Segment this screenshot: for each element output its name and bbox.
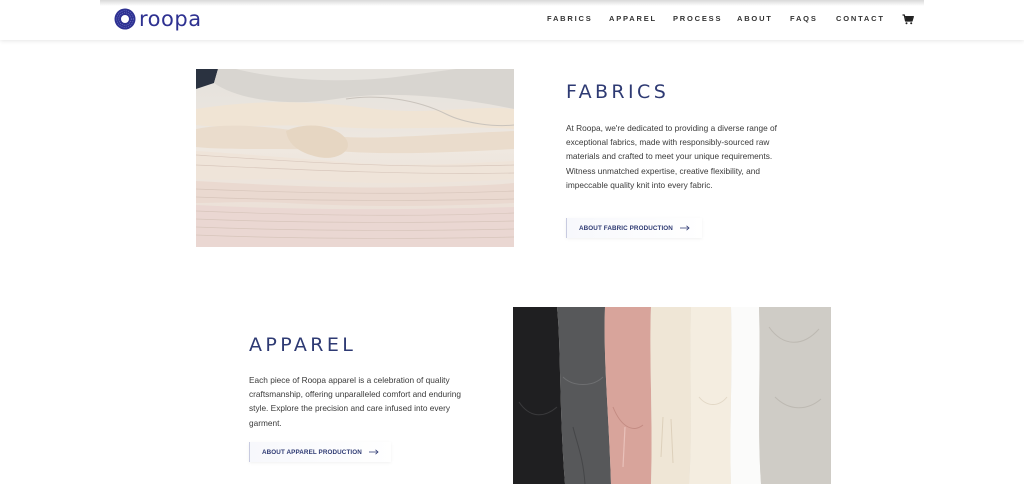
about-apparel-production-label: ABOUT APPAREL PRODUCTION — [262, 448, 362, 456]
arrow-right-icon — [368, 449, 379, 455]
header-top-shadow — [100, 0, 924, 6]
nav-faqs[interactable]: FAQS — [790, 14, 818, 23]
arrow-right-icon — [679, 225, 690, 231]
about-apparel-production-button[interactable]: ABOUT APPAREL PRODUCTION — [249, 442, 391, 462]
logo[interactable]: roopa — [114, 8, 202, 30]
roopa-logo-icon — [114, 8, 136, 30]
nav-apparel[interactable]: APPAREL — [609, 14, 657, 23]
apparel-description: Each piece of Roopa apparel is a celebra… — [249, 375, 462, 428]
fabrics-image — [196, 69, 514, 247]
apparel-image — [513, 307, 831, 484]
apparel-title: APPAREL — [249, 334, 357, 356]
about-fabric-production-button[interactable]: ABOUT FABRIC PRODUCTION — [566, 218, 702, 238]
nav-contact[interactable]: CONTACT — [836, 14, 885, 23]
nav-about[interactable]: ABOUT — [737, 14, 773, 23]
shopping-cart-icon[interactable] — [902, 14, 914, 25]
site-header: roopa FABRICS APPAREL PROCESS ABOUT FAQS… — [0, 0, 1024, 40]
logo-wordmark: roopa — [139, 7, 202, 31]
fabrics-title: FABRICS — [566, 81, 670, 103]
nav-process[interactable]: PROCESS — [673, 14, 722, 23]
nav-fabrics[interactable]: FABRICS — [547, 14, 593, 23]
fabrics-description: At Roopa, we're dedicated to providing a… — [566, 123, 777, 190]
about-fabric-production-label: ABOUT FABRIC PRODUCTION — [579, 224, 673, 232]
